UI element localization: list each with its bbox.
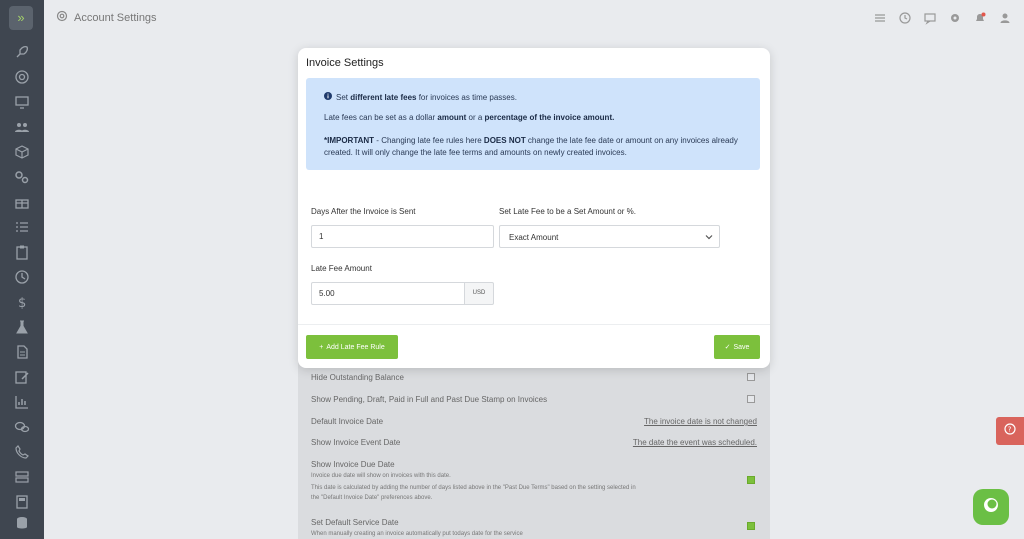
- history-icon[interactable]: [898, 11, 912, 25]
- app-logo-icon[interactable]: »: [9, 6, 33, 30]
- users-icon[interactable]: [14, 119, 30, 135]
- late-fee-amount-input[interactable]: [311, 282, 465, 305]
- modal-divider: [298, 324, 770, 325]
- clock-icon[interactable]: [14, 269, 30, 285]
- invoice-preferences-panel: Hide Outstanding Balance Show Pending, D…: [298, 360, 770, 539]
- info-line: *IMPORTANT - Changing late fee rules her…: [324, 136, 738, 157]
- document-icon[interactable]: [14, 344, 30, 360]
- live-chat-button[interactable]: [973, 489, 1009, 525]
- add-late-fee-rule-button[interactable]: + Add Late Fee Rule: [306, 335, 398, 359]
- chat-icon: [982, 496, 1000, 519]
- settings-icon[interactable]: [948, 11, 962, 25]
- rocket-icon[interactable]: [14, 44, 30, 60]
- info-line: Set different late fees for invoices as …: [324, 92, 517, 102]
- clipboard-icon[interactable]: [14, 244, 30, 260]
- show-stamp-checkbox[interactable]: [747, 395, 755, 403]
- phone-icon[interactable]: [14, 444, 30, 460]
- due-date-description-detail: This date is calculated by adding the nu…: [311, 485, 636, 501]
- edit-icon[interactable]: [14, 369, 30, 385]
- svg-text:?: ?: [1008, 426, 1012, 434]
- check-icon: ✓: [724, 344, 731, 351]
- messages-icon[interactable]: [923, 11, 937, 25]
- page-title: Account Settings: [74, 12, 157, 24]
- chevron-down-icon: [705, 233, 713, 241]
- plus-icon: +: [319, 343, 324, 351]
- late-fee-amount-label: Late Fee Amount: [311, 264, 372, 273]
- monitor-icon[interactable]: [14, 94, 30, 110]
- sidebar: » $: [0, 0, 44, 539]
- checklist-icon[interactable]: [873, 11, 887, 25]
- chat-bubbles-icon[interactable]: [14, 419, 30, 435]
- notification-bell-icon[interactable]: [973, 11, 987, 25]
- database-icon[interactable]: [14, 515, 30, 531]
- gift-icon[interactable]: [14, 194, 30, 210]
- invoice-event-date-link[interactable]: The date the event was scheduled.: [633, 438, 757, 447]
- default-service-date-checkbox[interactable]: [747, 522, 755, 530]
- cogs-icon[interactable]: [14, 169, 30, 185]
- due-date-description: Invoice due date will show on invoices w…: [311, 473, 451, 479]
- default-invoice-date-link[interactable]: The invoice date is not changed: [644, 417, 757, 426]
- flask-icon[interactable]: [14, 319, 30, 335]
- invoice-settings-modal: Invoice Settings Set different late fees…: [298, 48, 770, 368]
- dollar-icon[interactable]: $: [14, 294, 30, 311]
- question-icon: ?: [1004, 422, 1016, 440]
- top-bar: Account Settings: [44, 0, 1024, 36]
- task-list-icon[interactable]: [14, 219, 30, 235]
- info-icon: [324, 92, 332, 102]
- settings-gear-icon: [56, 9, 68, 27]
- late-fee-type-select[interactable]: Exact Amount: [499, 225, 720, 248]
- storage-icon[interactable]: [14, 469, 30, 485]
- currency-addon: USD: [464, 282, 494, 305]
- chart-icon[interactable]: [14, 394, 30, 410]
- hide-outstanding-checkbox[interactable]: [747, 373, 755, 381]
- support-icon[interactable]: [14, 69, 30, 85]
- show-due-date-checkbox[interactable]: [747, 476, 755, 484]
- service-date-description: When manually creating an invoice automa…: [311, 531, 523, 537]
- days-after-input[interactable]: [311, 225, 494, 248]
- days-after-label: Days After the Invoice is Sent: [311, 207, 416, 216]
- modal-title: Invoice Settings: [306, 57, 384, 69]
- box-icon[interactable]: [14, 144, 30, 160]
- save-button[interactable]: ✓ Save: [714, 335, 760, 359]
- calculator-icon[interactable]: [14, 494, 30, 510]
- info-line: Late fees can be set as a dollar amount …: [324, 113, 615, 122]
- info-alert: Set different late fees for invoices as …: [306, 78, 760, 170]
- help-button[interactable]: ?: [996, 417, 1024, 445]
- user-profile-icon[interactable]: [998, 11, 1012, 25]
- late-fee-type-label: Set Late Fee to be a Set Amount or %.: [499, 207, 636, 216]
- svg-text:$: $: [18, 296, 26, 310]
